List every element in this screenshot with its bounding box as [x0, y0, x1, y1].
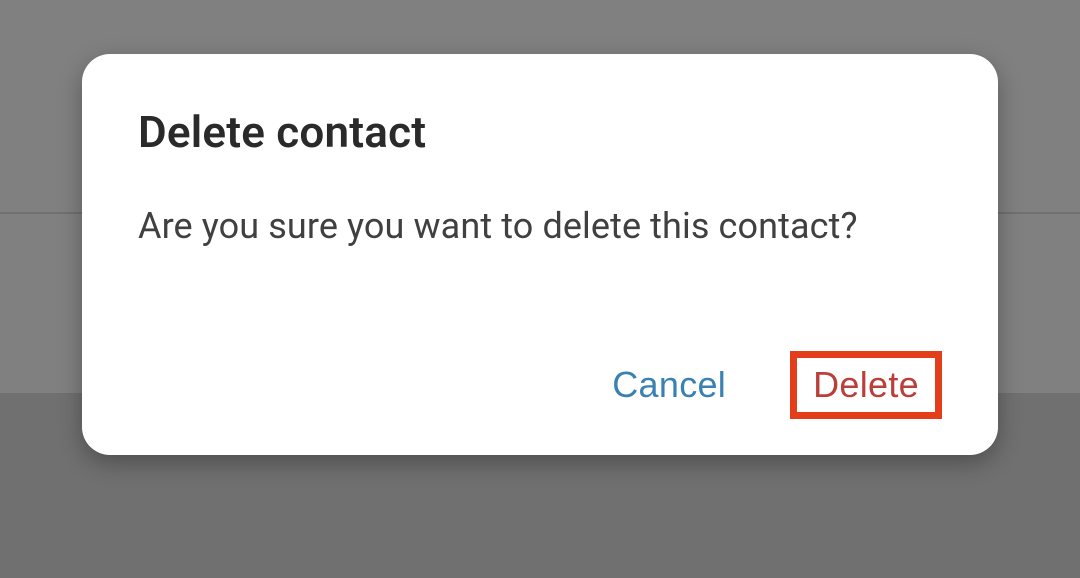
delete-button[interactable]: Delete — [790, 351, 942, 419]
dialog-actions: Cancel Delete — [138, 351, 942, 419]
dialog-message: Are you sure you want to delete this con… — [138, 202, 942, 251]
dialog-title: Delete contact — [138, 106, 942, 158]
delete-contact-dialog: Delete contact Are you sure you want to … — [82, 54, 998, 455]
cancel-button[interactable]: Cancel — [596, 354, 742, 416]
